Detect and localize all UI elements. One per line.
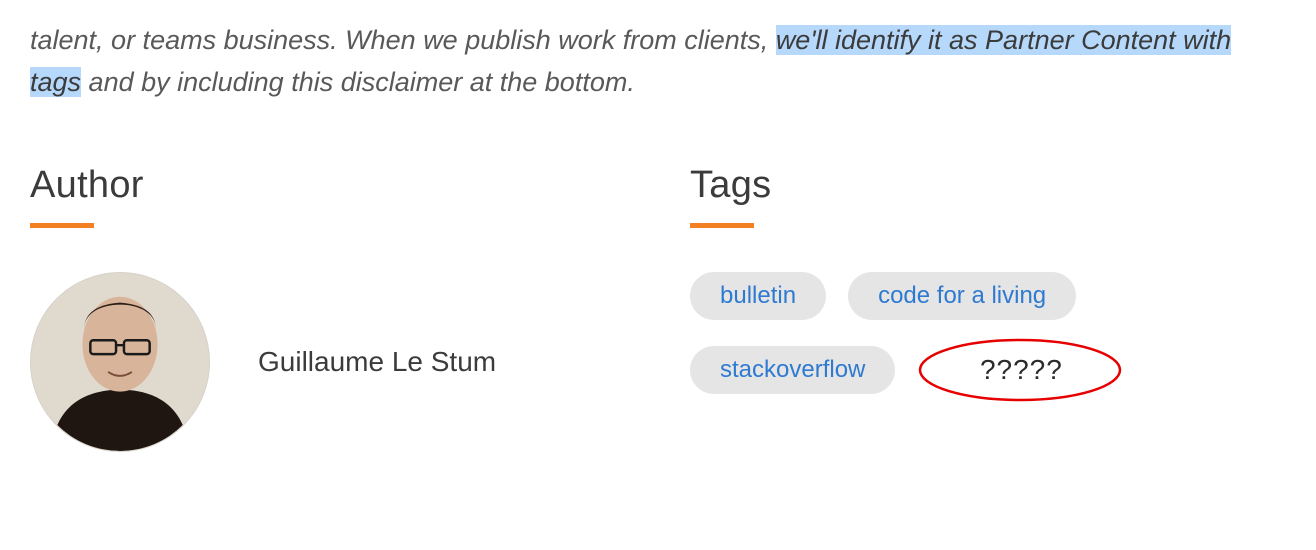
tag-code-for-a-living[interactable]: code for a living xyxy=(848,272,1076,320)
tags-heading: Tags xyxy=(690,164,1286,207)
tags-section: Tags bulletin code for a living stackove… xyxy=(690,164,1286,452)
author-section: Author xyxy=(30,164,690,452)
disclaimer-part2: and by including this disclaimer at the … xyxy=(81,67,635,97)
tag-bulletin[interactable]: bulletin xyxy=(690,272,826,320)
author-name[interactable]: Guillaume Le Stum xyxy=(258,346,496,378)
avatar-image-icon xyxy=(31,273,209,451)
heading-underline xyxy=(690,223,754,228)
heading-underline xyxy=(30,223,94,228)
disclaimer-part1: talent, or teams business. When we publi… xyxy=(30,25,776,55)
avatar[interactable] xyxy=(30,272,210,452)
columns-container: Author xyxy=(30,164,1286,452)
tag-stackoverflow[interactable]: stackoverflow xyxy=(690,346,895,394)
tag-list: bulletin code for a living stackoverflow… xyxy=(690,272,1286,402)
author-heading: Author xyxy=(30,164,690,207)
annotation-missing-tag: ????? xyxy=(917,338,1125,402)
disclaimer-text: talent, or teams business. When we publi… xyxy=(30,20,1286,104)
annotation-text: ????? xyxy=(980,354,1063,386)
author-row: Guillaume Le Stum xyxy=(30,272,690,452)
